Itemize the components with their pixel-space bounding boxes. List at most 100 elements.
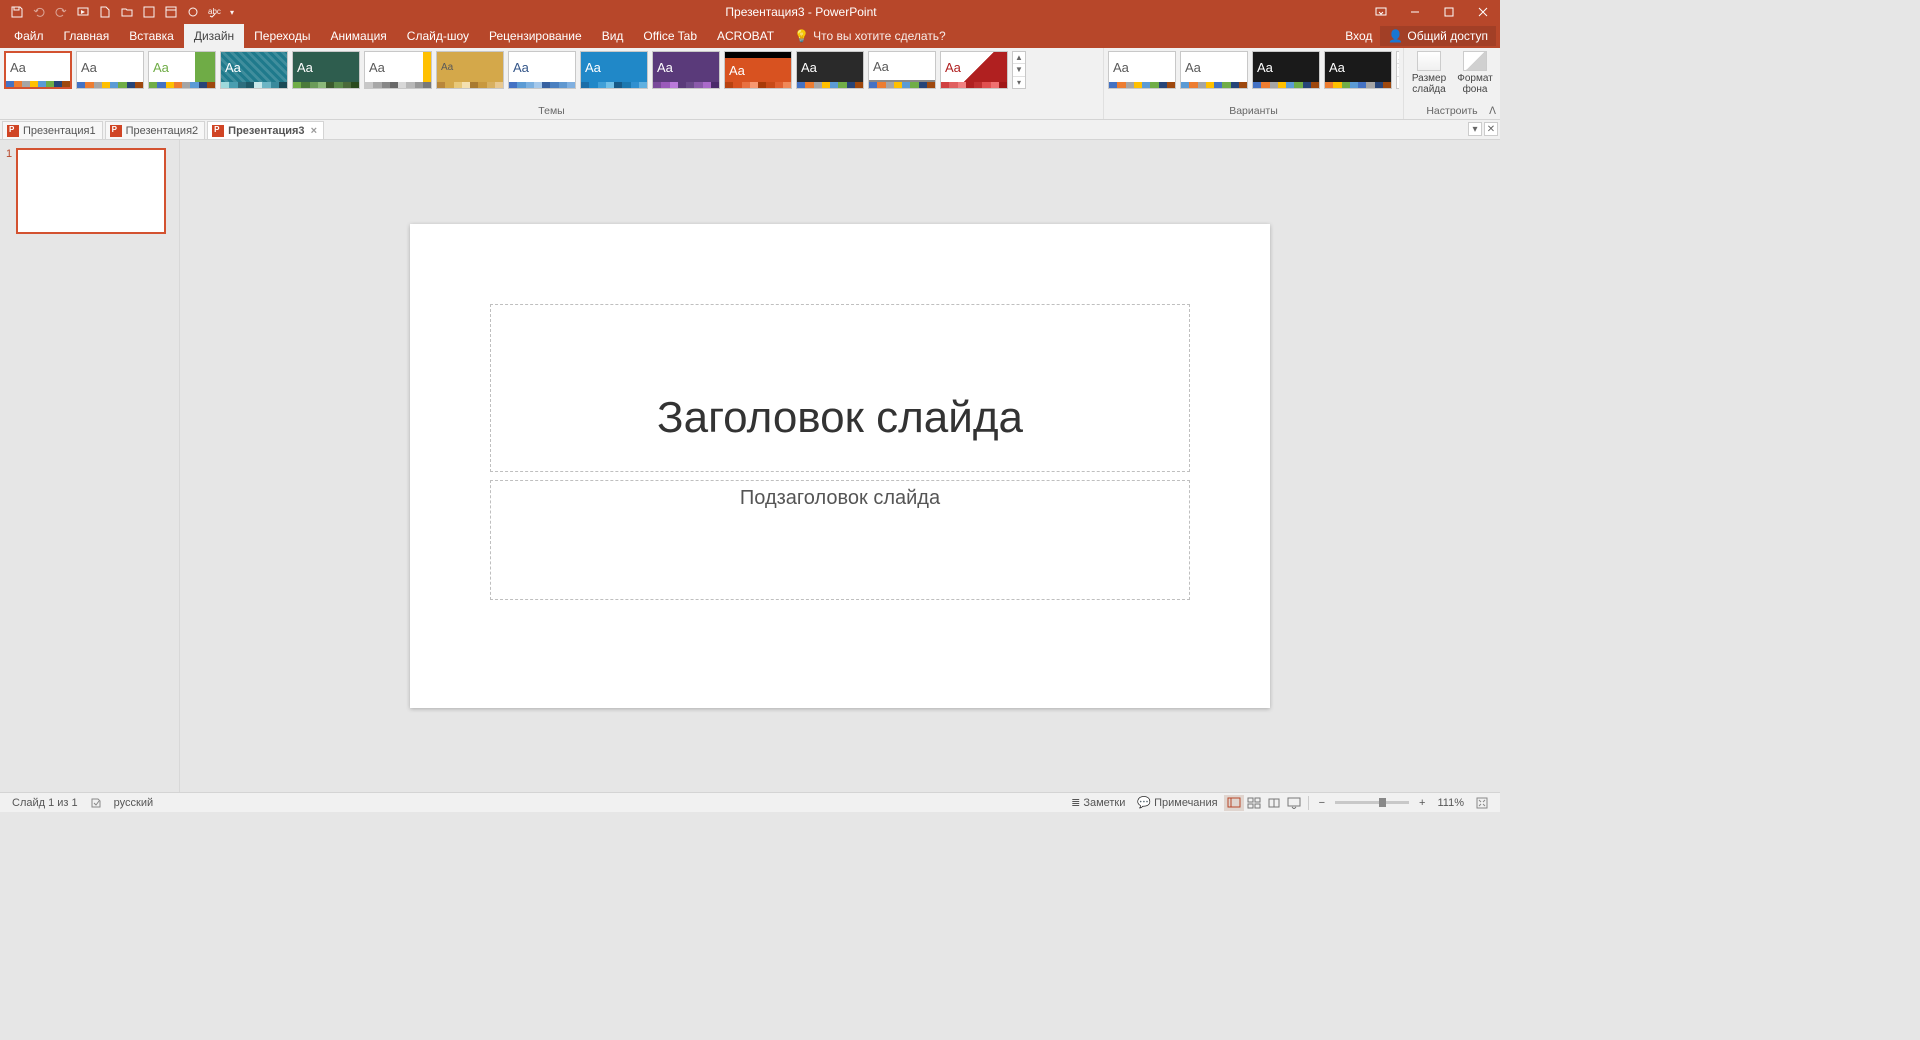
close-icon[interactable] — [1466, 0, 1500, 24]
tab-file[interactable]: Файл — [4, 24, 54, 48]
tab-officetab[interactable]: Office Tab — [633, 24, 707, 48]
theme-thumb-7[interactable]: Aa — [508, 51, 576, 89]
qat-icon-3[interactable] — [182, 1, 204, 23]
slide-count[interactable]: Слайд 1 из 1 — [6, 797, 84, 809]
tab-insert[interactable]: Вставка — [119, 24, 184, 48]
save-icon[interactable] — [6, 1, 28, 23]
spellcheck-icon[interactable]: abc — [204, 1, 226, 23]
tab-home[interactable]: Главная — [54, 24, 120, 48]
tab-acrobat[interactable]: ACROBAT — [707, 24, 784, 48]
theme-thumb-3[interactable]: Aa — [220, 51, 288, 89]
theme-thumb-8[interactable]: Aa — [580, 51, 648, 89]
share-label: Общий доступ — [1407, 29, 1488, 43]
fit-to-window-icon[interactable] — [1470, 797, 1494, 809]
theme-thumb-4[interactable]: Aa — [292, 51, 360, 89]
zoom-in-button[interactable]: + — [1413, 797, 1431, 809]
window-controls — [1364, 0, 1500, 24]
redo-icon[interactable] — [50, 1, 72, 23]
slide-size-button[interactable]: Размер слайда — [1409, 51, 1449, 95]
variants-expand-icon[interactable]: ▾ — [1397, 77, 1399, 88]
sign-in-link[interactable]: Вход — [1345, 29, 1372, 43]
variants-scroll-up-icon[interactable]: ▲ — [1397, 52, 1399, 64]
zoom-level[interactable]: 111% — [1431, 797, 1470, 809]
customize-group-label: Настроить — [1408, 105, 1496, 118]
quick-access-toolbar: abc ▾ — [0, 1, 238, 23]
themes-scroll-down-icon[interactable]: ▼ — [1013, 64, 1025, 76]
normal-view-icon[interactable] — [1224, 795, 1244, 811]
tab-slideshow[interactable]: Слайд-шоу — [397, 24, 479, 48]
theme-thumb-0[interactable]: Aa — [4, 51, 72, 89]
variants-group: AaAaAaAa▲▼▾ Варианты — [1104, 48, 1404, 119]
zoom-out-button[interactable]: − — [1313, 797, 1331, 809]
window-title: Презентация3 - PowerPoint — [238, 5, 1364, 19]
doc-tab-2[interactable]: Презентация3 × — [207, 121, 324, 139]
theme-thumb-2[interactable]: Aa — [148, 51, 216, 89]
subtitle-placeholder[interactable]: Подзаголовок слайда — [490, 480, 1190, 600]
qat-icon-2[interactable] — [160, 1, 182, 23]
tab-animations[interactable]: Анимация — [320, 24, 396, 48]
close-tab-icon[interactable]: ✕ — [1484, 122, 1498, 136]
slide-size-icon — [1417, 51, 1441, 71]
themes-scroll-up-icon[interactable]: ▲ — [1013, 52, 1025, 64]
collapse-ribbon-icon[interactable]: ᐱ — [1489, 106, 1496, 117]
powerpoint-icon — [110, 125, 122, 137]
tell-me-label: Что вы хотите сделать? — [813, 29, 946, 43]
document-tabs: Презентация1Презентация2Презентация3× ▾ … — [0, 120, 1500, 140]
theme-thumb-6[interactable]: Aa — [436, 51, 504, 89]
maximize-icon[interactable] — [1432, 0, 1466, 24]
zoom-slider[interactable] — [1335, 801, 1409, 804]
start-from-beginning-icon[interactable] — [72, 1, 94, 23]
variant-thumb-0[interactable]: Aa — [1108, 51, 1176, 89]
notes-label: Заметки — [1083, 797, 1125, 809]
spellcheck-status-icon[interactable] — [84, 797, 108, 809]
notes-button[interactable]: ≣Заметки — [1065, 796, 1131, 809]
tab-view[interactable]: Вид — [592, 24, 634, 48]
share-button[interactable]: 👤 Общий доступ — [1380, 26, 1496, 46]
slideshow-view-icon[interactable] — [1284, 795, 1304, 811]
ribbon: AaAaAaAaAaAaAaAaAaAaAaAaAaAa▲▼▾ Темы AaA… — [0, 48, 1500, 120]
slide-sorter-view-icon[interactable] — [1244, 795, 1264, 811]
theme-thumb-1[interactable]: Aa — [76, 51, 144, 89]
ribbon-options-icon[interactable] — [1364, 0, 1398, 24]
new-icon[interactable] — [94, 1, 116, 23]
doc-tab-label: Презентация3 — [228, 125, 304, 137]
title-bar: abc ▾ Презентация3 - PowerPoint — [0, 0, 1500, 24]
theme-thumb-5[interactable]: Aa — [364, 51, 432, 89]
variants-scroll-down-icon[interactable]: ▼ — [1397, 64, 1399, 76]
slide-canvas[interactable]: Заголовок слайда Подзаголовок слайда — [180, 140, 1500, 792]
tab-review[interactable]: Рецензирование — [479, 24, 592, 48]
language-status[interactable]: русский — [108, 797, 159, 809]
tab-design[interactable]: Дизайн — [184, 24, 244, 48]
minimize-icon[interactable] — [1398, 0, 1432, 24]
variants-group-label: Варианты — [1108, 105, 1399, 118]
variant-thumb-2[interactable]: Aa — [1252, 51, 1320, 89]
tab-transitions[interactable]: Переходы — [244, 24, 320, 48]
comments-icon: 💬 — [1137, 796, 1151, 809]
qat-icon-1[interactable] — [138, 1, 160, 23]
tab-list-dropdown-icon[interactable]: ▾ — [1468, 122, 1482, 136]
theme-thumb-11[interactable]: Aa — [796, 51, 864, 89]
theme-thumb-9[interactable]: Aa — [652, 51, 720, 89]
comments-button[interactable]: 💬Примечания — [1131, 796, 1223, 809]
thumbnail-number: 1 — [6, 148, 12, 234]
notes-icon: ≣ — [1071, 796, 1080, 809]
themes-expand-icon[interactable]: ▾ — [1013, 77, 1025, 88]
variant-thumb-3[interactable]: Aa — [1324, 51, 1392, 89]
theme-thumb-13[interactable]: Aa — [940, 51, 1008, 89]
undo-icon[interactable] — [28, 1, 50, 23]
format-background-button[interactable]: Формат фона — [1455, 51, 1495, 95]
doc-tab-1[interactable]: Презентация2 — [105, 121, 206, 139]
variant-thumb-1[interactable]: Aa — [1180, 51, 1248, 89]
comments-label: Примечания — [1154, 797, 1218, 809]
theme-thumb-10[interactable]: Aa — [724, 51, 792, 89]
close-doc-tab-icon[interactable]: × — [311, 125, 317, 137]
theme-thumb-12[interactable]: Aa — [868, 51, 936, 89]
themes-group-label: Темы — [4, 105, 1099, 118]
slide-1-thumbnail[interactable] — [16, 148, 166, 234]
open-icon[interactable] — [116, 1, 138, 23]
title-placeholder[interactable]: Заголовок слайда — [490, 304, 1190, 472]
reading-view-icon[interactable] — [1264, 795, 1284, 811]
doc-tab-0[interactable]: Презентация1 — [2, 121, 103, 139]
tell-me-search[interactable]: 💡 Что вы хотите сделать? — [784, 24, 956, 48]
qat-dropdown-icon[interactable]: ▾ — [226, 1, 238, 23]
